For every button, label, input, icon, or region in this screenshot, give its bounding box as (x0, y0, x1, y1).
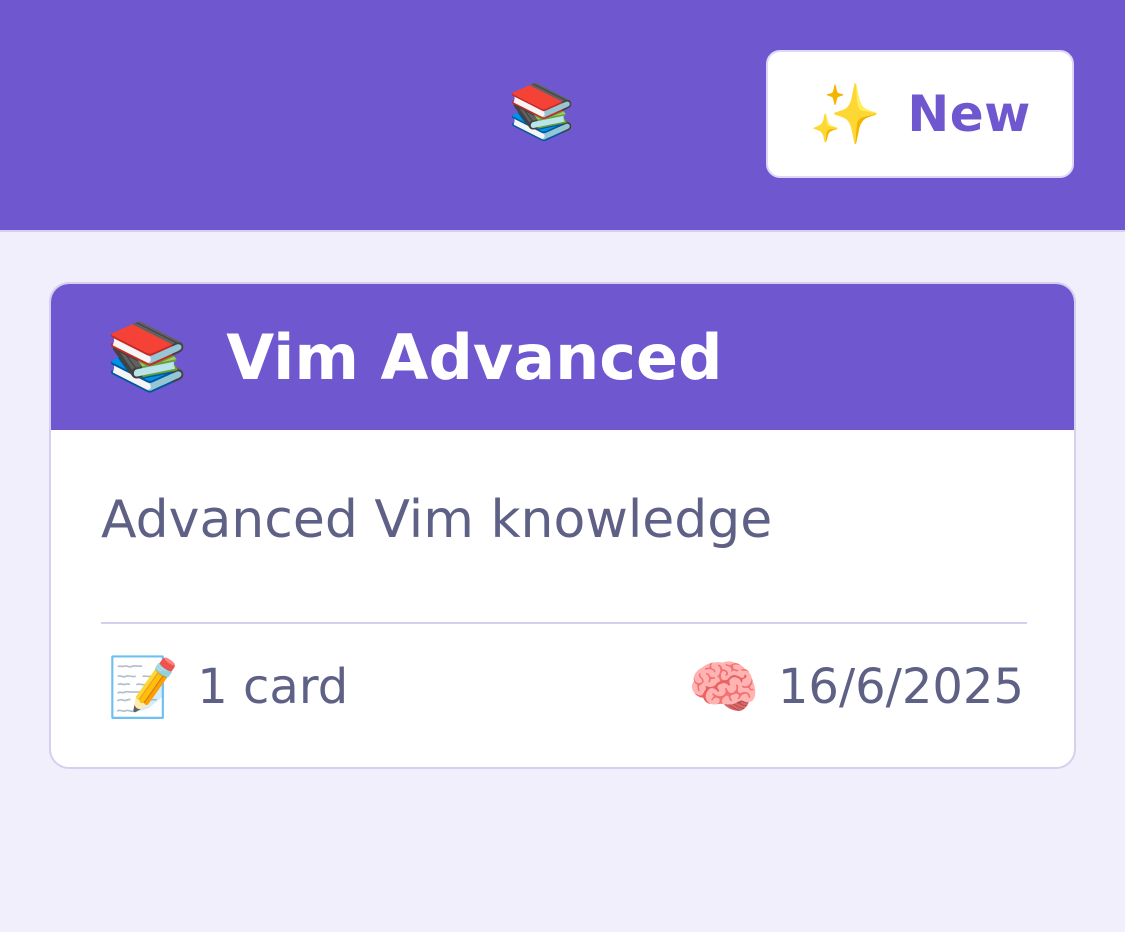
memo-icon: 📝 (107, 653, 180, 721)
last-studied: 🧠 16/6/2025 (688, 652, 1024, 722)
deck-card-header: 📚 Vim Advanced (51, 284, 1074, 430)
sparkles-icon: ✨ (809, 80, 882, 148)
divider (101, 622, 1027, 624)
brain-icon: 🧠 (687, 653, 760, 721)
deck-card[interactable]: 📚 Vim Advanced Advanced Vim knowledge 📝 … (49, 282, 1076, 769)
app-header: 📚 ✨ New (0, 0, 1125, 232)
last-studied-date: 16/6/2025 (777, 659, 1024, 715)
books-icon: 📚 (106, 318, 189, 395)
new-deck-button[interactable]: ✨ New (766, 50, 1074, 178)
deck-title: Vim Advanced (226, 320, 723, 394)
card-count-text: 1 card (197, 659, 349, 715)
books-icon: 📚 (508, 80, 576, 143)
card-count: 📝 1 card (107, 652, 348, 722)
new-button-label: New (907, 85, 1031, 143)
deck-description: Advanced Vim knowledge (101, 490, 773, 550)
